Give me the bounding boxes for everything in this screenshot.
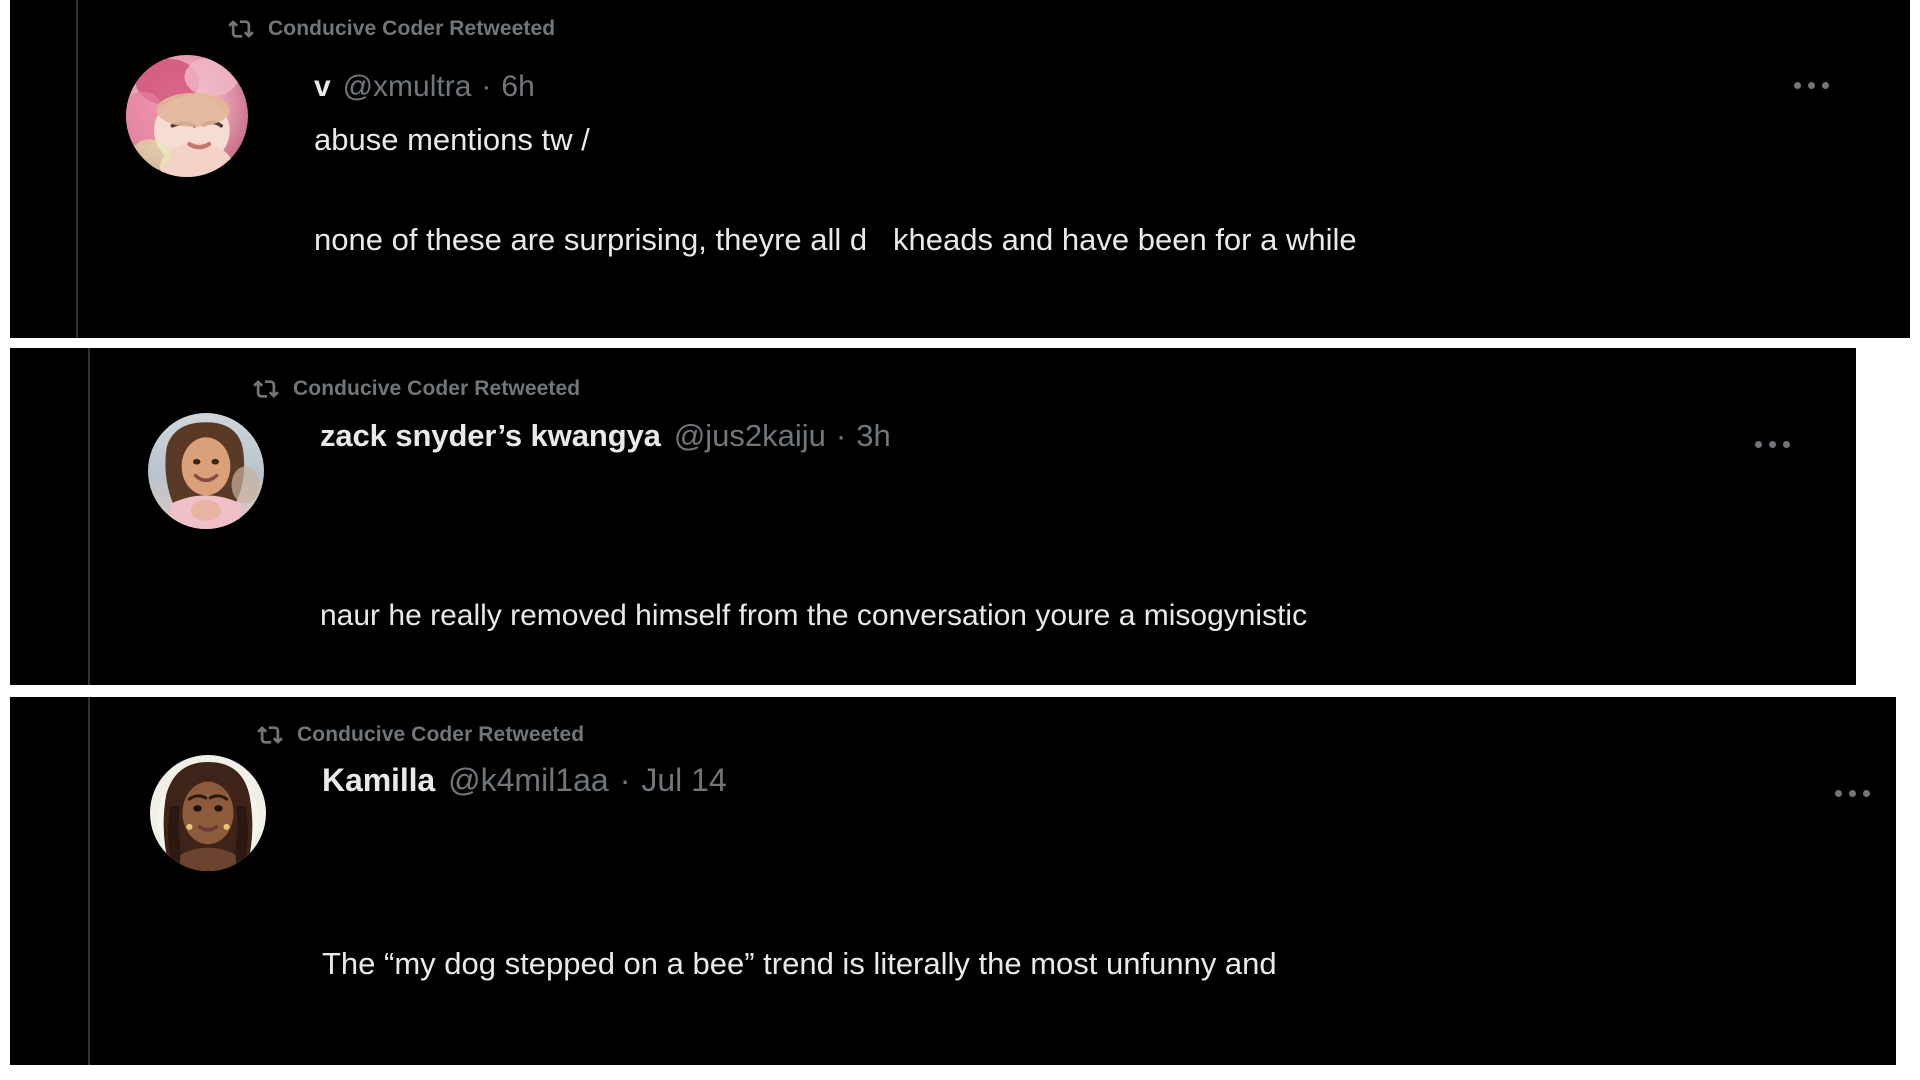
retweet-label: Conducive Coder Retweeted <box>293 377 581 400</box>
tweet-card-1[interactable]: Conducive Coder Retweeted v @xmultra · 6… <box>10 0 1910 338</box>
tweet-body-line: naur he really removed himself from the … <box>320 599 1308 632</box>
dot <box>1769 441 1776 448</box>
avatar[interactable] <box>150 755 266 871</box>
dot <box>1794 82 1801 89</box>
tweet-author-row-1[interactable]: v @xmultra · 6h <box>314 70 535 104</box>
avatar[interactable] <box>126 55 248 177</box>
retweet-context-1: Conducive Coder Retweeted <box>228 16 555 42</box>
display-name[interactable]: v <box>314 70 331 104</box>
dot <box>1755 441 1762 448</box>
separator-dot: · <box>481 70 492 103</box>
tweet-card-2[interactable]: Conducive Coder Retweeted zack snyder’s … <box>10 348 1856 685</box>
display-name[interactable]: Kamilla <box>322 762 435 799</box>
separator-dot: · <box>619 762 631 798</box>
dot <box>1835 790 1842 797</box>
dot <box>1822 82 1829 89</box>
tweet-body-line: abuse mentions tw / <box>314 122 590 157</box>
timestamp[interactable]: 6h <box>501 70 534 104</box>
tweet-feed-screenshot: Conducive Coder Retweeted v @xmultra · 6… <box>0 0 1920 1080</box>
thread-rail <box>88 348 90 685</box>
timestamp[interactable]: 3h <box>856 418 890 454</box>
tweet-body-line: The “my dog stepped on a bee” trend is l… <box>322 946 1277 981</box>
retweet-icon <box>228 16 254 42</box>
retweet-icon <box>253 376 279 402</box>
more-options-icon[interactable] <box>1835 790 1870 797</box>
avatar[interactable] <box>148 413 264 529</box>
tweet-author-row-2[interactable]: zack snyder’s kwangya @jus2kaiju · 3h <box>320 418 891 454</box>
handle[interactable]: @jus2kaiju <box>674 418 826 454</box>
tweet-body-2: naur he really removed himself from the … <box>320 468 1307 685</box>
retweet-label: Conducive Coder Retweeted <box>297 723 585 746</box>
tweet-body-3: The “my dog stepped on a bee” trend is l… <box>322 814 1344 1065</box>
tweet-card-3[interactable]: Conducive Coder Retweeted Kamilla @k4mil… <box>10 697 1896 1065</box>
more-options-icon[interactable] <box>1794 82 1829 89</box>
dot <box>1808 82 1815 89</box>
handle[interactable]: @k4mil1aa <box>448 762 609 799</box>
timestamp[interactable]: Jul 14 <box>641 762 726 799</box>
retweet-icon <box>257 722 283 748</box>
retweet-label: Conducive Coder Retweeted <box>268 17 556 40</box>
thread-rail <box>76 0 78 338</box>
tweet-body-line: none of these are surprising, theyre all… <box>314 222 1357 257</box>
retweet-context-2: Conducive Coder Retweeted <box>253 376 580 402</box>
retweet-context-3: Conducive Coder Retweeted <box>257 722 584 748</box>
dot <box>1863 790 1870 797</box>
more-options-icon[interactable] <box>1755 441 1790 448</box>
tweet-author-row-3[interactable]: Kamilla @k4mil1aa · Jul 14 <box>322 762 727 799</box>
separator-dot: · <box>835 418 847 453</box>
thread-rail <box>88 697 90 1065</box>
dot <box>1849 790 1856 797</box>
dot <box>1783 441 1790 448</box>
display-name[interactable]: zack snyder’s kwangya <box>320 418 661 454</box>
handle[interactable]: @xmultra <box>343 70 472 104</box>
